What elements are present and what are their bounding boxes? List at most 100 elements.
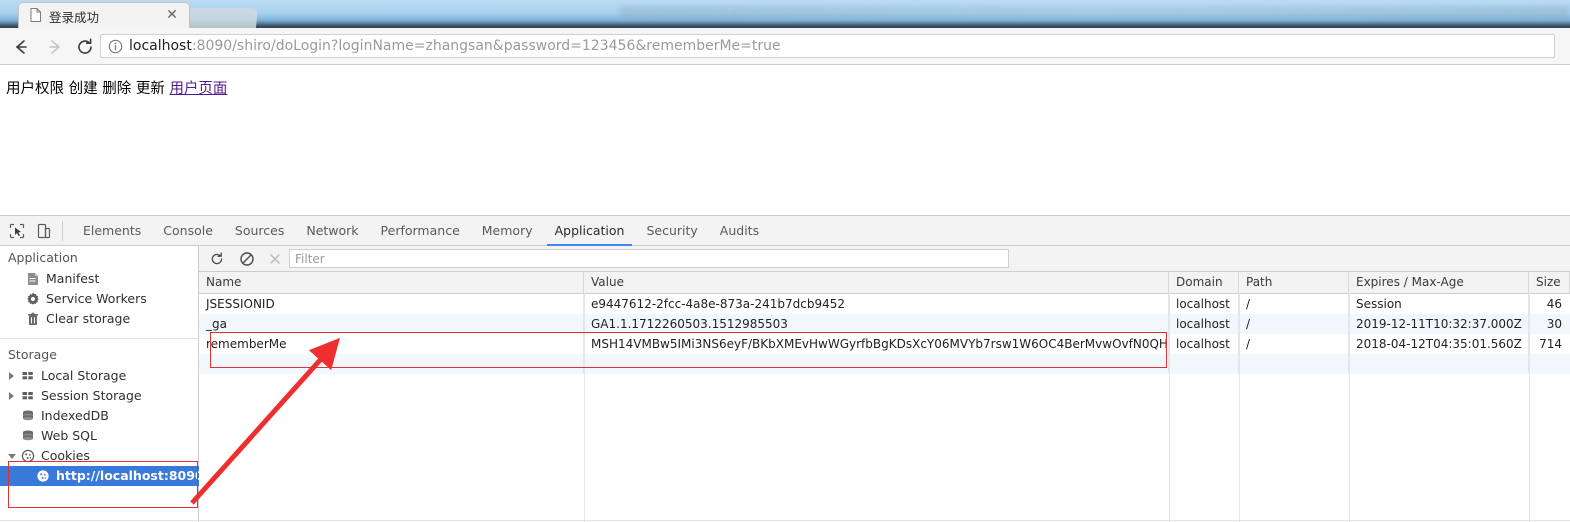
table-row[interactable]: _ga GA1.1.1712260503.1512985503 localhos… xyxy=(199,314,1570,334)
sidebar-item-cookies[interactable]: Cookies xyxy=(0,446,199,466)
chevron-down-icon[interactable] xyxy=(8,454,16,459)
sidebar-item-service-workers[interactable]: Service Workers xyxy=(0,289,199,309)
cell-expires: Session xyxy=(1349,294,1529,314)
chevron-right-icon[interactable] xyxy=(9,392,14,400)
table-row-empty xyxy=(199,354,1570,374)
cell-empty xyxy=(1239,354,1349,374)
sidebar-item-label: http://localhost:8090 xyxy=(56,468,204,483)
column-separator[interactable] xyxy=(1349,293,1350,522)
column-separator[interactable] xyxy=(584,293,585,522)
cell-empty xyxy=(1169,354,1239,374)
sidebar-item-indexeddb[interactable]: IndexedDB xyxy=(0,406,199,426)
filter-input[interactable]: Filter xyxy=(289,249,1009,268)
address-bar[interactable]: localhost:8090/shiro/doLogin?loginName=z… xyxy=(100,34,1555,58)
cell-size: 714 xyxy=(1539,337,1562,351)
sidebar-item-clear-storage[interactable]: Clear storage xyxy=(0,309,199,329)
column-header-name[interactable]: Name xyxy=(199,272,584,293)
devtools-sidebar: Application Manifest Service Workers Cle… xyxy=(0,246,204,522)
clear-all-cookies-icon[interactable] xyxy=(239,251,255,267)
sidebar-item-session-storage[interactable]: Session Storage xyxy=(0,386,199,406)
tab-security[interactable]: Security xyxy=(635,216,708,246)
grid-icon xyxy=(21,369,35,383)
cookie-table-header: Name Value Domain Path Expires / Max-Age… xyxy=(199,272,1570,294)
column-separator[interactable] xyxy=(1169,293,1170,522)
address-bar-url: localhost:8090/shiro/doLogin?loginName=z… xyxy=(129,38,781,54)
cookie-icon xyxy=(36,469,50,483)
table-row[interactable]: rememberMe MSH14VMBw5IMi3NS6eyF/BKbXMEvH… xyxy=(199,334,1570,354)
sidebar-item-label: Manifest xyxy=(46,271,100,286)
tab-performance[interactable]: Performance xyxy=(370,216,471,246)
cell-empty xyxy=(199,354,584,374)
cell-empty xyxy=(584,354,1169,374)
cell-name: rememberMe xyxy=(199,334,584,354)
cell-value: e9447612-2fcc-4a8e-873a-241b7dcb9452 xyxy=(584,294,1169,314)
cell-empty xyxy=(1529,354,1570,374)
sidebar-item-label: Web SQL xyxy=(41,428,97,443)
cell-name: JSESSIONID xyxy=(199,294,584,314)
page-content-line: 用户权限 创建 删除 更新 用户页面 xyxy=(6,77,227,98)
sidebar-section-application: Application xyxy=(8,250,78,265)
refresh-icon[interactable] xyxy=(209,251,225,267)
sidebar-item-local-storage[interactable]: Local Storage xyxy=(0,366,199,386)
column-separator[interactable] xyxy=(1529,293,1530,522)
tab-console[interactable]: Console xyxy=(152,216,224,246)
sidebar-divider xyxy=(0,338,199,339)
inactive-tab-ghost[interactable] xyxy=(185,8,259,28)
tab-network[interactable]: Network xyxy=(295,216,369,246)
column-header-expires[interactable]: Expires / Max-Age xyxy=(1349,272,1529,293)
address-bar-path: :8090/shiro/doLogin?loginName=zhangsan&p… xyxy=(191,38,781,54)
cell-expires: 2018-04-12T04:35:01.560Z xyxy=(1349,334,1529,354)
cell-path: / xyxy=(1239,314,1349,334)
devtools-tab-bar: Elements Console Sources Network Performance… xyxy=(0,216,1570,246)
cell-size: 46 xyxy=(1546,297,1562,311)
delete-selected-cookie-icon[interactable] xyxy=(267,251,283,267)
address-bar-host: localhost xyxy=(129,38,192,54)
browser-navigation-bar: localhost:8090/shiro/doLogin?loginName=z… xyxy=(0,28,1570,65)
column-header-size[interactable]: Size xyxy=(1529,272,1570,293)
table-row[interactable]: JSESSIONID e9447612-2fcc-4a8e-873a-241b7… xyxy=(199,294,1570,314)
gear-icon xyxy=(26,292,40,306)
toolbar-divider xyxy=(62,221,63,241)
cell-domain: localhost xyxy=(1169,334,1239,354)
close-icon[interactable]: ✕ xyxy=(165,7,179,21)
page-icon xyxy=(30,8,41,22)
cell-domain: localhost xyxy=(1169,314,1239,334)
column-header-path[interactable]: Path xyxy=(1239,272,1349,293)
column-separator[interactable] xyxy=(1239,293,1240,522)
tab-application[interactable]: Application xyxy=(544,216,636,246)
browser-tab-strip: 登录成功 ✕ xyxy=(0,0,1570,28)
cell-path: / xyxy=(1239,334,1349,354)
sidebar-item-web-sql[interactable]: Web SQL xyxy=(0,426,199,446)
devtools-main-panel: Filter Name Value Domain Path Expires / … xyxy=(199,246,1570,522)
devtools-panel: Elements Console Sources Network Performance… xyxy=(0,215,1570,522)
tab-audits[interactable]: Audits xyxy=(709,216,770,246)
info-circle-icon[interactable] xyxy=(108,39,123,54)
sidebar-item-manifest[interactable]: Manifest xyxy=(0,269,199,289)
inspect-element-icon[interactable] xyxy=(8,222,26,240)
sidebar-item-label: Session Storage xyxy=(41,388,142,403)
user-page-link[interactable]: 用户页面 xyxy=(169,81,227,97)
column-header-domain[interactable]: Domain xyxy=(1169,272,1239,293)
back-arrow-icon[interactable] xyxy=(10,36,32,58)
reload-icon[interactable] xyxy=(74,36,96,58)
sidebar-item-label: Clear storage xyxy=(46,311,131,326)
cookie-toolbar: Filter xyxy=(199,246,1570,272)
cookie-icon xyxy=(21,449,35,463)
devtools-tab-list: Elements Console Sources Network Performance… xyxy=(72,216,770,246)
cell-value: GA1.1.1712260503.1512985503 xyxy=(584,314,1169,334)
device-toolbar-icon[interactable] xyxy=(35,222,53,240)
browser-tab-active[interactable]: 登录成功 ✕ xyxy=(18,2,190,28)
sidebar-item-cookie-origin[interactable]: http://localhost:8090 xyxy=(0,466,204,486)
database-icon xyxy=(21,409,35,423)
sidebar-item-label: Local Storage xyxy=(41,368,127,383)
cookie-table: Name Value Domain Path Expires / Max-Age… xyxy=(199,272,1570,522)
column-header-value[interactable]: Value xyxy=(584,272,1169,293)
tab-sources[interactable]: Sources xyxy=(224,216,295,246)
cell-domain: localhost xyxy=(1169,294,1239,314)
chevron-right-icon[interactable] xyxy=(9,372,14,380)
sidebar-item-label: Service Workers xyxy=(46,291,147,306)
sidebar-item-label: Cookies xyxy=(41,448,90,463)
cell-value: MSH14VMBw5IMi3NS6eyF/BKbXMEvHwWGyrfbBgKD… xyxy=(584,334,1169,354)
tab-memory[interactable]: Memory xyxy=(471,216,544,246)
tab-elements[interactable]: Elements xyxy=(72,216,152,246)
